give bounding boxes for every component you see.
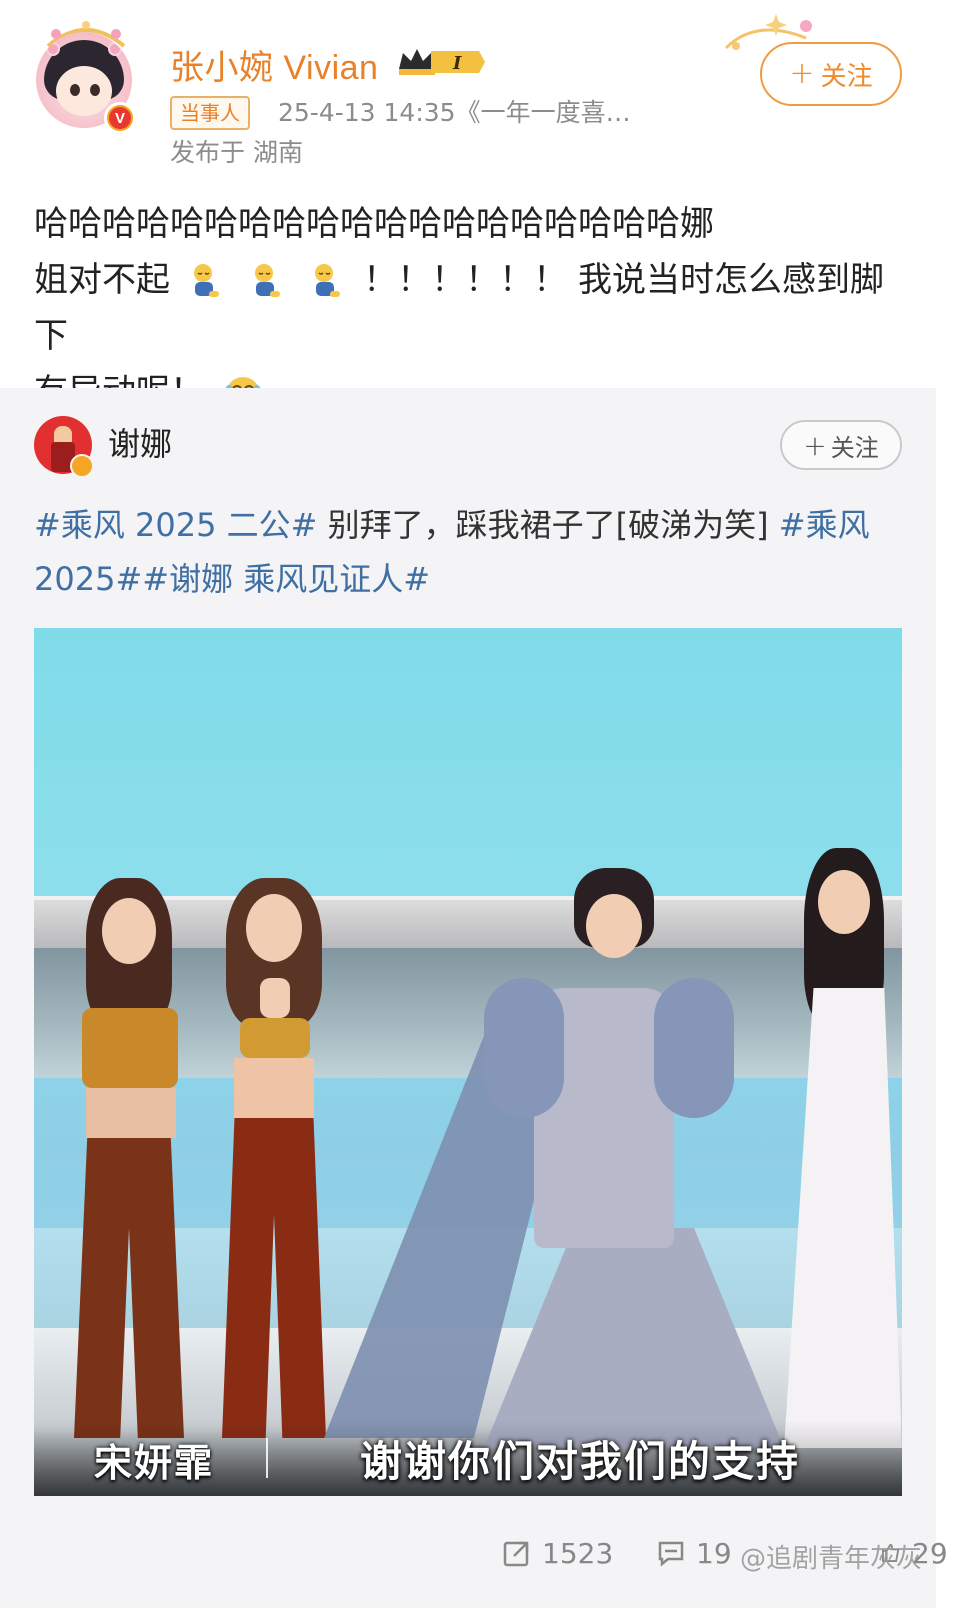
repost-follow-button[interactable]: + 关注 [780,420,902,470]
hashtag-link[interactable]: #乘风 2025 二公# [34,506,317,544]
repost-text-segment: 别拜了，踩我裙子了[破涕为笑] [317,506,779,544]
repost-count: 1523 [542,1536,614,1570]
comment-icon [658,1541,684,1567]
repost-card[interactable]: 谢娜 + 关注 #乘风 2025 二公# 别拜了，踩我裙子了[破涕为笑] #乘风… [0,388,936,1608]
kneel-emoji-icon [193,263,219,297]
performer-figure [324,868,794,1448]
follow-label: 关注 [830,433,879,462]
verified-v-icon: V [104,102,136,134]
follow-button[interactable]: + 关注 [760,42,902,106]
repost-icon [503,1541,529,1567]
action-bar: 1523 19 29 @追剧青年灰灰 [0,1528,948,1608]
kneel-emoji-icon [254,263,280,297]
repost-action[interactable]: 1523 [502,1528,613,1578]
post-text-segment: 姐对不起 [34,260,170,300]
performer-figure [204,878,344,1438]
crown-level-icon: I [399,49,485,75]
follow-label: 关注 [820,61,873,92]
subtitle-divider [266,1438,268,1478]
post-text-line: 哈哈哈哈哈哈哈哈哈哈哈哈哈哈哈哈哈哈哈娜 [34,204,714,244]
author-name[interactable]: 张小婉 Vivian [170,40,378,89]
author-avatar[interactable]: V [34,21,138,136]
verified-v-icon [70,454,94,478]
repost-author-name[interactable]: 谢娜 [108,422,172,466]
plus-icon: + [803,428,827,462]
post-text-line: 姐对不起 ！！！！！！ 我说当时怎么感到脚下 [34,252,914,364]
kneel-emoji-icon [315,263,341,297]
party-tag-badge: 当事人 [170,96,250,130]
repost-text: #乘风 2025 二公# 别拜了，踩我裙子了[破涕为笑] #乘风 2025##谢… [34,498,914,606]
post-text: 哈哈哈哈哈哈哈哈哈哈哈哈哈哈哈哈哈哈哈娜 姐对不起 ！！！！！！ 我说当时怎么感… [34,196,914,420]
video-thumbnail[interactable]: 宋妍霏 谢谢你们对我们的支持 [34,628,902,1496]
post-location: 发布于 湖南 [170,138,303,167]
comment-count: 19 [696,1536,732,1570]
performer-figure [774,848,902,1448]
plus-icon: + [789,56,815,91]
comment-action[interactable]: 19 [656,1528,732,1578]
post-header: V 张小婉 Vivian I 当事人 25-4-13 14:35《一年一度喜… … [0,0,960,180]
post-time-source[interactable]: 25-4-13 14:35《一年一度喜… [278,96,631,130]
performer-figure [64,878,194,1438]
video-subtitle-name: 宋妍霏 [94,1441,215,1485]
video-subtitle-text: 谢谢你们对我们的支持 [360,1437,801,1486]
svg-text:I: I [452,53,462,74]
watermark-text: @追剧青年灰灰 [740,1544,923,1574]
